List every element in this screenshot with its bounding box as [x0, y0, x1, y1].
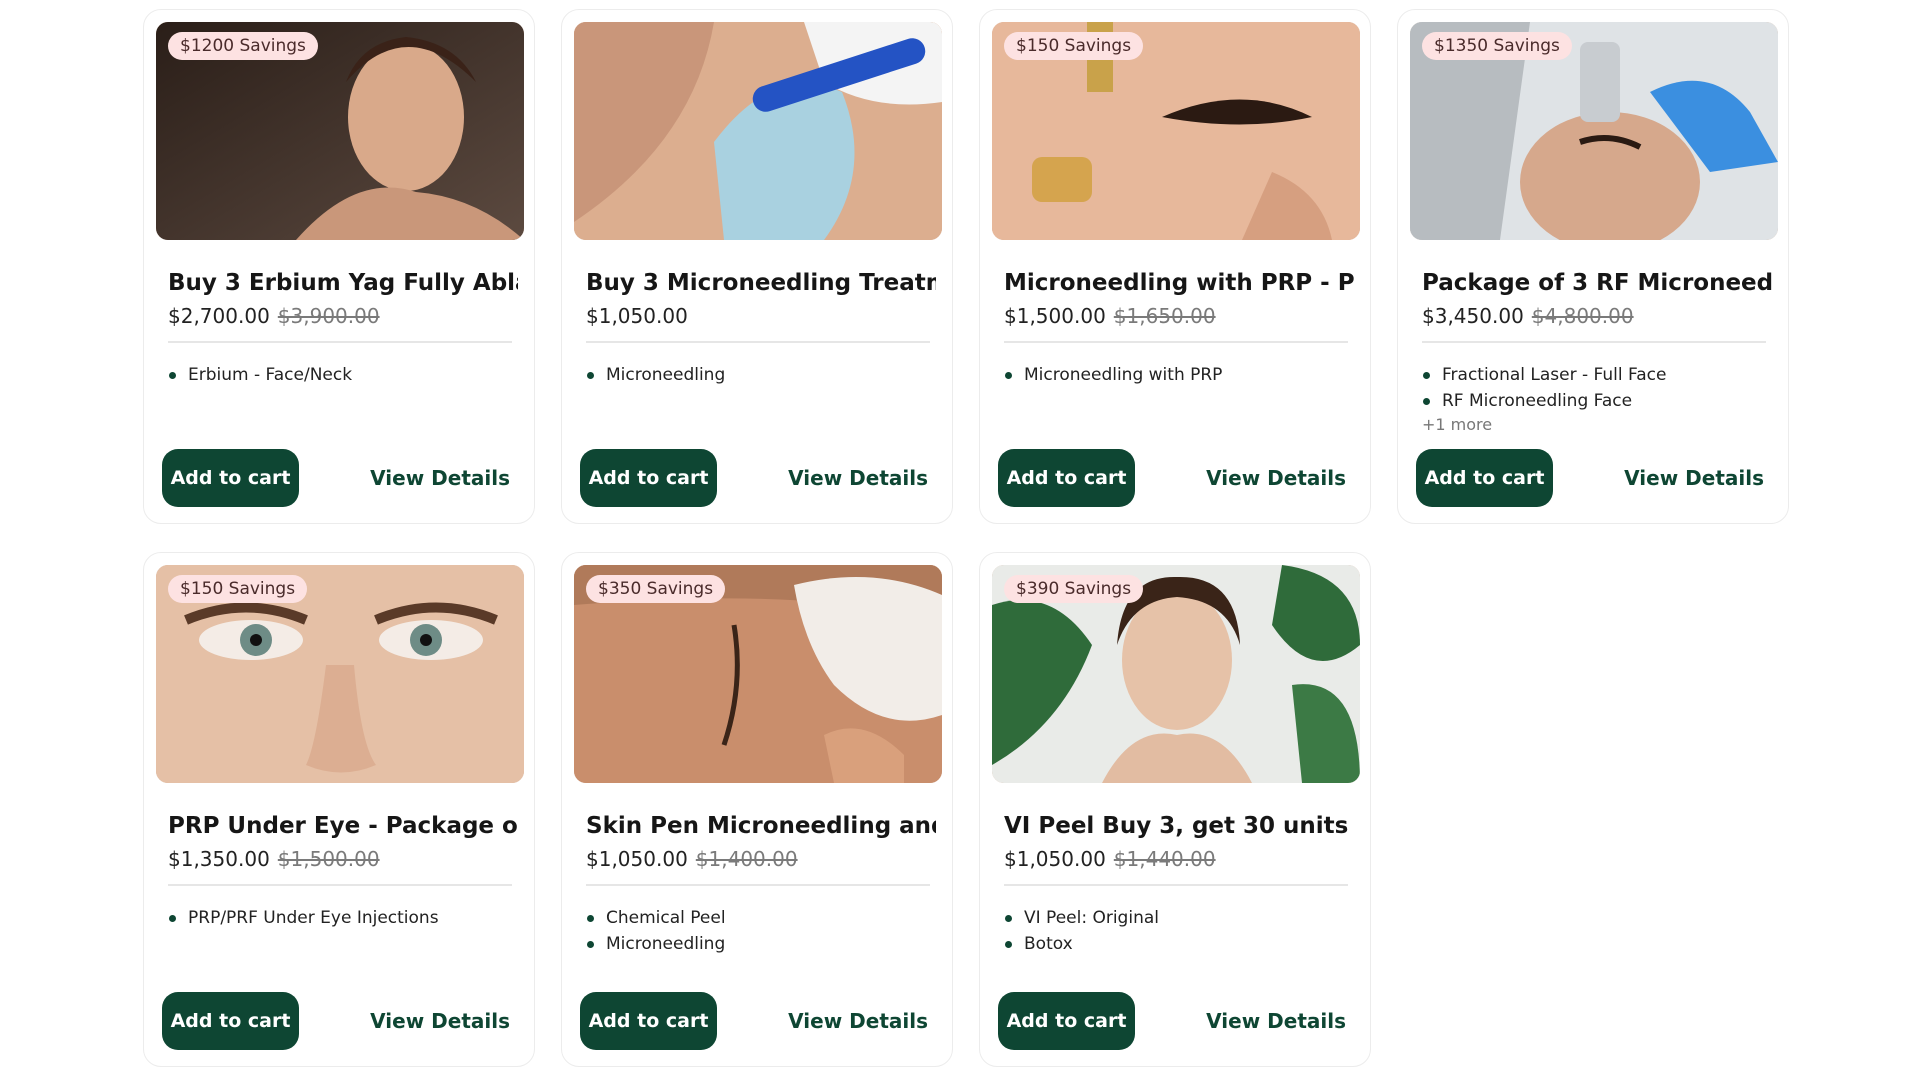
product-card: $150 Savings Microneedling with PRP - Pa…	[979, 9, 1371, 524]
product-title[interactable]: VI Peel Buy 3, get 30 units of ...	[1004, 811, 1354, 841]
price-row: $3,450.00 $4,800.00	[1422, 303, 1634, 329]
price-row: $1,500.00 $1,650.00	[1004, 303, 1216, 329]
feature-item: Microneedling	[586, 362, 725, 388]
feature-item: VI Peel: Original	[1004, 905, 1159, 931]
product-grid: $1200 Savings Buy 3 Erbium Yag Fully Abl…	[143, 9, 1789, 1067]
add-to-cart-button[interactable]: Add to cart	[1416, 449, 1553, 507]
view-details-link[interactable]: View Details	[1206, 1009, 1346, 1033]
savings-badge: $390 Savings	[1004, 575, 1144, 603]
original-price: $1,650.00	[1113, 304, 1216, 328]
price-row: $1,050.00	[586, 303, 688, 329]
current-price: $1,050.00	[1004, 847, 1106, 871]
feature-item: Microneedling	[586, 931, 726, 957]
add-to-cart-button[interactable]: Add to cart	[162, 992, 299, 1050]
view-details-link[interactable]: View Details	[1624, 466, 1764, 490]
feature-list: Chemical Peel Microneedling	[586, 905, 726, 957]
original-price: $1,440.00	[1113, 847, 1216, 871]
product-title[interactable]: Buy 3 Erbium Yag Fully Ablati...	[168, 268, 518, 298]
price-row: $1,350.00 $1,500.00	[168, 846, 380, 872]
savings-badge: $1200 Savings	[168, 32, 318, 60]
view-details-link[interactable]: View Details	[788, 466, 928, 490]
view-details-link[interactable]: View Details	[370, 1009, 510, 1033]
savings-badge: $150 Savings	[1004, 32, 1144, 60]
price-row: $1,050.00 $1,440.00	[1004, 846, 1216, 872]
divider	[168, 884, 512, 886]
product-title[interactable]: Skin Pen Microneedling and V...	[586, 811, 936, 841]
divider	[168, 341, 512, 343]
add-to-cart-button[interactable]: Add to cart	[162, 449, 299, 507]
original-price: $3,900.00	[277, 304, 380, 328]
product-title[interactable]: Microneedling with PRP - Pac...	[1004, 268, 1354, 298]
price-row: $1,050.00 $1,400.00	[586, 846, 798, 872]
feature-list: VI Peel: Original Botox	[1004, 905, 1159, 957]
product-card: $1350 Savings Package of 3 RF Microneedl…	[1397, 9, 1789, 524]
savings-badge: $150 Savings	[168, 575, 308, 603]
product-card: Buy 3 Microneedling Treatme... $1,050.00…	[561, 9, 953, 524]
feature-item: Fractional Laser - Full Face	[1422, 362, 1666, 388]
add-to-cart-button[interactable]: Add to cart	[580, 992, 717, 1050]
current-price: $2,700.00	[168, 304, 270, 328]
feature-item: RF Microneedling Face	[1422, 388, 1666, 414]
current-price: $1,350.00	[168, 847, 270, 871]
divider	[1004, 884, 1348, 886]
feature-list: Erbium - Face/Neck	[168, 362, 352, 388]
product-image[interactable]	[574, 22, 942, 240]
divider	[1004, 341, 1348, 343]
price-row: $2,700.00 $3,900.00	[168, 303, 380, 329]
feature-list: Microneedling	[586, 362, 725, 388]
savings-badge: $350 Savings	[586, 575, 726, 603]
original-price: $4,800.00	[1531, 304, 1634, 328]
product-title[interactable]: Package of 3 RF Microneedlin...	[1422, 268, 1772, 298]
divider	[1422, 341, 1766, 343]
product-card: $150 Savings PRP Under Eye - Package of …	[143, 552, 535, 1067]
current-price: $1,050.00	[586, 304, 688, 328]
product-title[interactable]: Buy 3 Microneedling Treatme...	[586, 268, 936, 298]
product-card: $350 Savings Skin Pen Microneedling and …	[561, 552, 953, 1067]
original-price: $1,400.00	[695, 847, 798, 871]
current-price: $1,500.00	[1004, 304, 1106, 328]
divider	[586, 884, 930, 886]
feature-item: Microneedling with PRP	[1004, 362, 1222, 388]
add-to-cart-button[interactable]: Add to cart	[998, 992, 1135, 1050]
product-card: $1200 Savings Buy 3 Erbium Yag Fully Abl…	[143, 9, 535, 524]
feature-list: PRP/PRF Under Eye Injections	[168, 905, 439, 931]
original-price: $1,500.00	[277, 847, 380, 871]
feature-list: Fractional Laser - Full Face RF Micronee…	[1422, 362, 1666, 414]
add-to-cart-button[interactable]: Add to cart	[580, 449, 717, 507]
add-to-cart-button[interactable]: Add to cart	[998, 449, 1135, 507]
feature-item: Botox	[1004, 931, 1159, 957]
divider	[586, 341, 930, 343]
savings-badge: $1350 Savings	[1422, 32, 1572, 60]
view-details-link[interactable]: View Details	[1206, 466, 1346, 490]
product-title[interactable]: PRP Under Eye - Package of 3	[168, 811, 518, 841]
more-features-text: +1 more	[1422, 415, 1493, 434]
view-details-link[interactable]: View Details	[788, 1009, 928, 1033]
feature-item: Chemical Peel	[586, 905, 726, 931]
feature-list: Microneedling with PRP	[1004, 362, 1222, 388]
product-card: $390 Savings VI Peel Buy 3, get 30 units…	[979, 552, 1371, 1067]
current-price: $3,450.00	[1422, 304, 1524, 328]
feature-item: Erbium - Face/Neck	[168, 362, 352, 388]
view-details-link[interactable]: View Details	[370, 466, 510, 490]
feature-item: PRP/PRF Under Eye Injections	[168, 905, 439, 931]
current-price: $1,050.00	[586, 847, 688, 871]
